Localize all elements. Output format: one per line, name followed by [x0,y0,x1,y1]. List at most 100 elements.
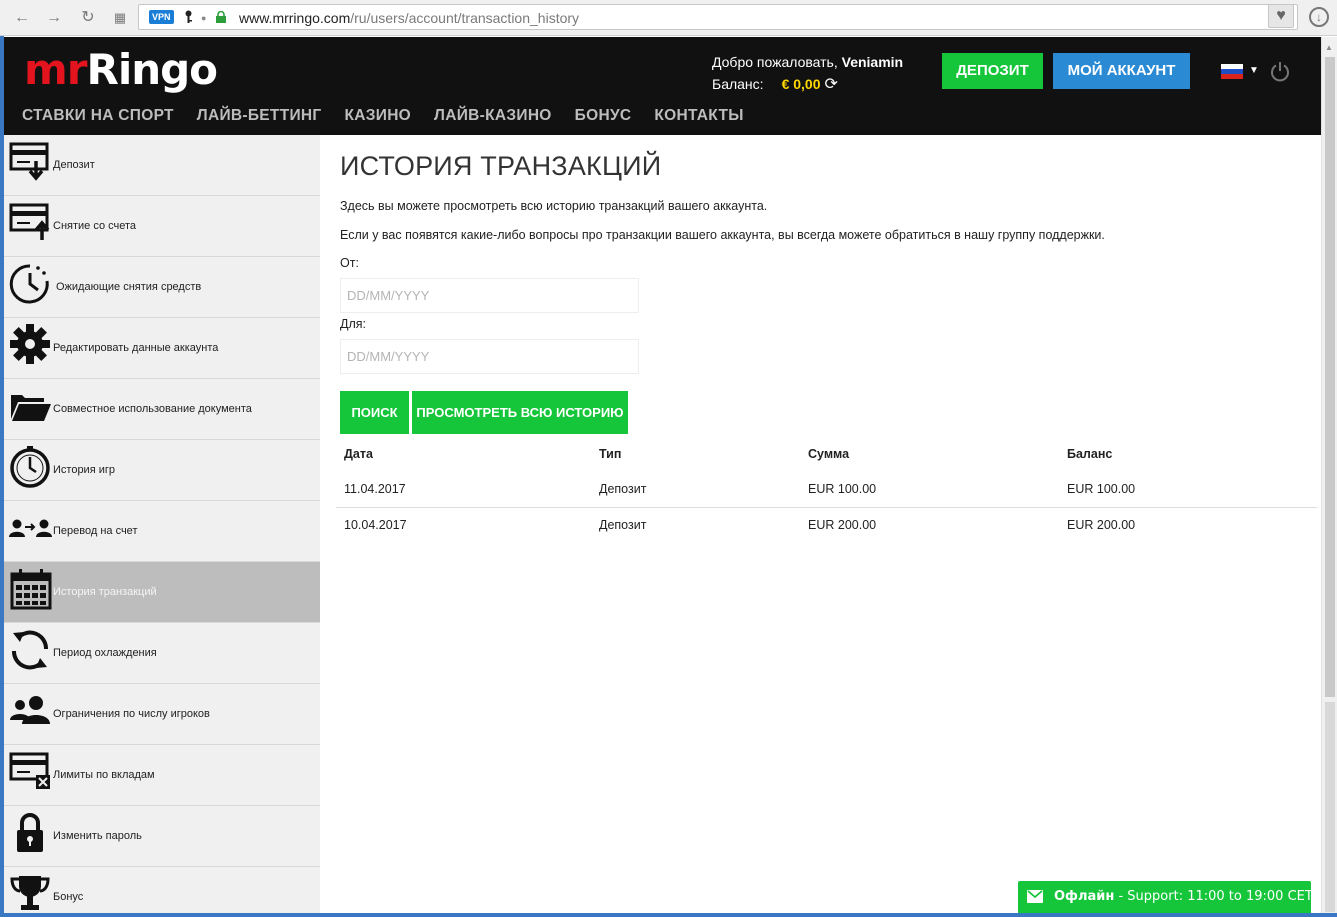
scroll-thumb[interactable] [1325,57,1335,697]
account-sidebar: Депозит Снятие со счета Ожидающие снятия… [4,135,320,913]
view-all-history-button[interactable]: ПРОСМОТРЕТЬ ВСЮ ИСТОРИЮ [412,391,628,434]
sidebar-item-label: Редактировать данные аккаунта [53,342,219,354]
folder-icon [11,395,51,421]
language-caret-icon[interactable]: ▼ [1249,65,1259,76]
column-header-amount: Сумма [808,447,850,461]
main-content: ИСТОРИЯ ТРАНЗАКЦИЙ Здесь вы можете просм… [320,135,1321,913]
table-row: 10.04.2017 Депозит EUR 200.00 EUR 200.00 [336,507,1317,542]
chat-status-text: Офлайн - Support: 11:00 to 19:00 CET [1054,889,1313,904]
card-arrow-down-icon [9,142,49,181]
cell-balance: EUR 200.00 [1067,518,1136,532]
column-header-type: Тип [599,447,622,461]
cell-type: Депозит [599,518,647,532]
sidebar-item-document-sharing[interactable]: Совместное использование документа [4,379,320,440]
secure-lock-icon[interactable] [215,11,227,23]
sidebar-item-account-transfer[interactable]: Перевод на счет [4,501,320,562]
logout-power-icon[interactable] [1269,60,1291,82]
sidebar-item-deposit-limits[interactable]: Лимиты по вкладам [4,745,320,806]
cell-amount: EUR 200.00 [808,518,877,532]
url-text[interactable]: www.mrringo.com/ru/users/account/transac… [239,10,579,26]
sidebar-item-label: Бонус [53,891,84,903]
nav-contacts[interactable]: КОНТАКТЫ [654,107,743,125]
nav-live-betting[interactable]: ЛАЙВ-БЕТТИНГ [197,107,322,125]
users-icon [10,696,50,724]
clock-face-icon [10,446,50,488]
site-header: mrRingo Добро пожаловать, Veniamin Балан… [4,37,1321,135]
nav-bonus[interactable]: БОНУС [575,107,632,125]
site-logo[interactable]: mrRingo [24,45,218,94]
transactions-table: Дата Тип Сумма Баланс 11.04.2017 Депозит… [336,437,1317,542]
bookmark-heart-icon[interactable]: ♥ [1268,4,1294,28]
cell-date: 10.04.2017 [344,518,407,532]
sidebar-item-label: Совместное использование документа [53,403,252,415]
sidebar-item-label: Лимиты по вкладам [53,769,155,781]
sidebar-item-transaction-history[interactable]: История транзакций [4,562,320,623]
cell-amount: EUR 100.00 [808,482,877,496]
date-to-input[interactable] [340,339,639,374]
apps-grid-icon[interactable]: ▦ [110,8,130,28]
nav-casino[interactable]: КАЗИНО [344,107,411,125]
nav-live-casino[interactable]: ЛАЙВ-КАЗИНО [434,107,552,125]
support-text: Если у вас появятся какие-либо вопросы п… [340,228,1105,242]
table-header-row: Дата Тип Сумма Баланс [336,437,1317,472]
reload-icon[interactable]: ↻ [78,8,98,28]
russian-flag-icon[interactable] [1221,64,1243,79]
refresh-balance-icon[interactable]: ⟳ [825,74,838,94]
scroll-track[interactable] [1325,702,1335,912]
card-arrow-up-icon [9,203,50,240]
nav-sports-betting[interactable]: СТАВКИ НА СПОРТ [22,107,174,125]
key-icon[interactable] [185,10,192,24]
address-bar[interactable]: VPN ● www.mrringo.com/ru/users/account/t… [138,4,1298,30]
balance-row: Баланс: € 0,00 ⟳ [712,74,838,94]
support-chat-badge[interactable]: Офлайн - Support: 11:00 to 19:00 CET [1018,881,1313,913]
sidebar-item-cooling-period[interactable]: Период охлаждения [4,623,320,684]
sidebar-item-bonus[interactable]: Бонус [4,867,320,913]
back-icon[interactable]: ← [12,8,32,28]
download-icon[interactable]: ↓ [1309,7,1329,27]
sidebar-item-game-history[interactable]: История игр [4,440,320,501]
user-transfer-icon [9,519,52,537]
to-label: Для: [340,317,367,331]
from-label: От: [340,256,359,270]
vpn-badge[interactable]: VPN [149,10,174,24]
scroll-up-arrow-icon[interactable]: ▲ [1325,43,1333,52]
sidebar-item-edit-account[interactable]: Редактировать данные аккаунта [4,318,320,379]
clock-icon [9,264,49,304]
my-account-button[interactable]: МОЙ АККАУНТ [1053,53,1190,89]
sidebar-item-withdraw[interactable]: Снятие со счета [4,196,320,257]
sidebar-item-label: Ожидающие снятия средств [56,281,202,293]
date-from-input[interactable] [340,278,639,313]
sidebar-item-player-limits[interactable]: Ограничения по числу игроков [4,684,320,745]
welcome-text: Добро пожаловать, Veniamin [712,54,904,70]
sidebar-item-pending-withdrawals[interactable]: Ожидающие снятия средств [4,257,320,318]
trophy-icon [10,876,50,910]
sidebar-item-label: Перевод на счет [53,525,138,537]
separator-dot-icon: ● [201,13,207,23]
page-title: ИСТОРИЯ ТРАНЗАКЦИЙ [340,151,662,181]
sidebar-item-change-password[interactable]: Изменить пароль [4,806,320,867]
column-header-date: Дата [344,447,373,461]
cell-type: Депозит [599,482,647,496]
gear-icon [10,324,50,364]
sidebar-item-label: Период охлаждения [53,647,157,659]
window-bottom-edge [0,913,1337,917]
balance-value: € 0,00 [781,76,821,92]
envelope-icon [1027,890,1043,903]
sidebar-item-label: История игр [53,464,115,476]
sidebar-item-label: История транзакций [53,586,157,598]
cell-date: 11.04.2017 [344,482,406,496]
browser-toolbar: ← → ↻ ▦ VPN ● www.mrringo.com/ru/users/a… [0,0,1337,36]
sidebar-item-label: Ограничения по числу игроков [53,708,210,720]
cell-balance: EUR 100.00 [1067,482,1136,496]
search-button[interactable]: ПОИСК [340,391,409,434]
main-nav: СТАВКИ НА СПОРТ ЛАЙВ-БЕТТИНГ КАЗИНО ЛАЙВ… [22,107,744,125]
lock-icon [17,813,43,852]
page-scrollbar[interactable]: ▲ [1321,37,1337,913]
sidebar-item-deposit[interactable]: Депозит [4,135,320,196]
description-text: Здесь вы можете просмотреть всю историю … [340,199,768,213]
table-row: 11.04.2017 Депозит EUR 100.00 EUR 100.00 [336,472,1317,507]
deposit-button[interactable]: ДЕПОЗИТ [942,53,1043,89]
balance-label: Баланс: [712,76,764,92]
calendar-icon [10,569,52,610]
forward-icon[interactable]: → [44,8,64,28]
